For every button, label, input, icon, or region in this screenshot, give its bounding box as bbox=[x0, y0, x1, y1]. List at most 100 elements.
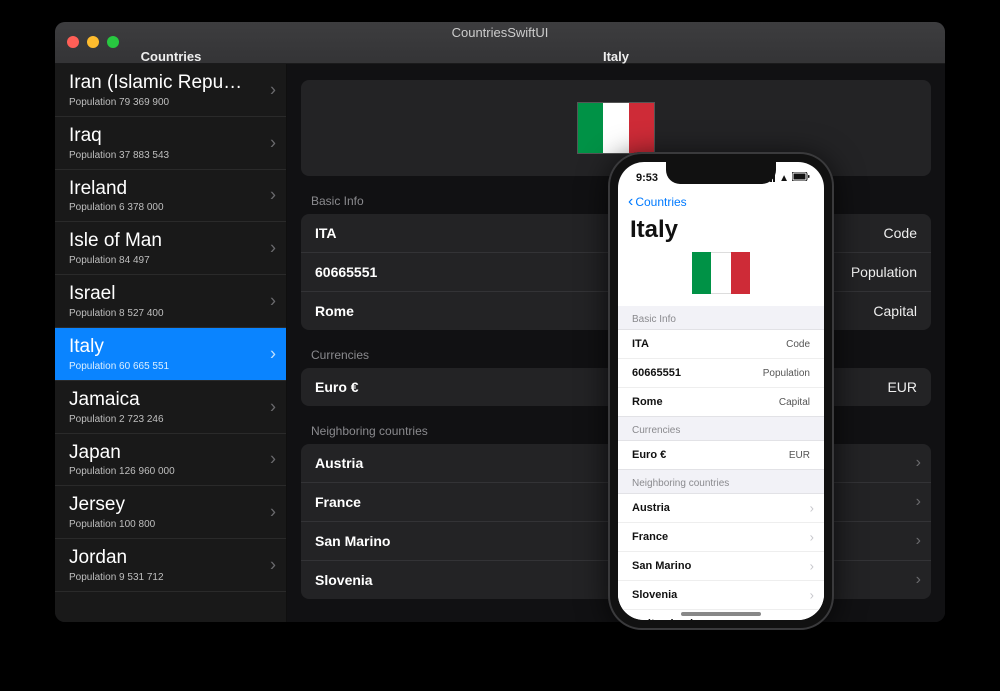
sidebar-header: Countries bbox=[55, 22, 287, 64]
chevron-right-icon: › bbox=[810, 501, 814, 516]
row-key: ITA bbox=[632, 338, 649, 350]
chevron-right-icon: › bbox=[270, 291, 276, 312]
row-key: San Marino bbox=[315, 533, 390, 549]
row-key: Slovenia bbox=[632, 589, 677, 601]
row-value: Capital bbox=[873, 303, 917, 319]
chevron-right-icon: › bbox=[270, 396, 276, 417]
sidebar-item-country[interactable]: Isle of Man Population 84 497› bbox=[55, 222, 286, 275]
sidebar-item-country[interactable]: JapanPopulation 126 960 000› bbox=[55, 434, 286, 487]
chevron-right-icon: › bbox=[916, 571, 921, 589]
chevron-right-icon: › bbox=[810, 559, 814, 574]
row-value: EUR bbox=[887, 379, 917, 395]
country-population: Population 126 960 000 bbox=[69, 466, 272, 477]
country-name: Italy bbox=[69, 336, 272, 359]
row-value: Code bbox=[786, 339, 810, 350]
chevron-right-icon: › bbox=[916, 532, 921, 550]
row-key: Austria bbox=[632, 502, 670, 514]
chevron-right-icon: › bbox=[270, 238, 276, 259]
chevron-right-icon: › bbox=[270, 502, 276, 523]
country-population: Population 37 883 543 bbox=[69, 150, 272, 161]
ios-label-currencies: Currencies bbox=[618, 417, 824, 440]
flag-icon bbox=[692, 252, 750, 294]
battery-icon bbox=[792, 172, 810, 184]
ios-label-neighbors: Neighboring countries bbox=[618, 470, 824, 493]
info-row: Rome Capital bbox=[618, 388, 824, 416]
country-name: Japan bbox=[69, 442, 272, 465]
chevron-right-icon: › bbox=[270, 343, 276, 364]
iphone-screen: 9:53 ▲ ‹ Countries Italy bbox=[618, 162, 824, 620]
titlebar: CountriesSwiftUI Countries Italy bbox=[55, 22, 945, 64]
wifi-icon: ▲ bbox=[779, 173, 789, 184]
country-population: Population 8 527 400 bbox=[69, 308, 272, 319]
flag-icon bbox=[577, 102, 655, 154]
back-button[interactable]: ‹ Countries bbox=[628, 194, 814, 210]
ios-section-basic: ITA Code 60665551 Population Rome Capital bbox=[618, 329, 824, 417]
sidebar-item-country[interactable]: IrelandPopulation 6 378 000› bbox=[55, 170, 286, 223]
chevron-right-icon: › bbox=[270, 79, 276, 100]
row-key: Slovenia bbox=[315, 572, 373, 588]
row-key: San Marino bbox=[632, 560, 691, 572]
chevron-left-icon: ‹ bbox=[628, 194, 633, 210]
row-key: Rome bbox=[632, 396, 663, 408]
home-indicator[interactable] bbox=[681, 612, 761, 616]
row-key: 60665551 bbox=[632, 367, 681, 379]
flag-block bbox=[301, 80, 931, 176]
info-row: ITA Code bbox=[618, 330, 824, 359]
sidebar-item-country[interactable]: Jordan Population 9 531 712› bbox=[55, 539, 286, 592]
iphone-device: 9:53 ▲ ‹ Countries Italy bbox=[608, 152, 834, 630]
row-value: Population bbox=[763, 368, 810, 379]
sidebar-item-country[interactable]: Israel Population 8 527 400› bbox=[55, 275, 286, 328]
row-key: Switzerland bbox=[632, 618, 693, 620]
chevron-right-icon: › bbox=[270, 555, 276, 576]
info-row: 60665551 Population bbox=[618, 359, 824, 388]
row-value: Capital bbox=[779, 397, 810, 408]
row-key: ITA bbox=[315, 225, 337, 241]
country-name: Jamaica bbox=[69, 389, 272, 412]
country-name: Iran (Islamic Repu… bbox=[69, 72, 272, 95]
country-population: Population 9 531 712 bbox=[69, 572, 272, 583]
notch bbox=[666, 162, 776, 184]
row-key: Austria bbox=[315, 455, 363, 471]
neighbor-row[interactable]: Slovenia › bbox=[618, 581, 824, 610]
country-name: Iraq bbox=[69, 125, 272, 148]
chevron-right-icon: › bbox=[916, 454, 921, 472]
chevron-right-icon: › bbox=[810, 530, 814, 545]
chevron-right-icon: › bbox=[270, 449, 276, 470]
country-population: Population 84 497 bbox=[69, 255, 272, 266]
back-label: Countries bbox=[635, 195, 686, 209]
row-key: France bbox=[632, 531, 668, 543]
country-name: Israel bbox=[69, 283, 272, 306]
row-key: France bbox=[315, 494, 361, 510]
country-name: Isle of Man bbox=[69, 230, 272, 253]
chevron-right-icon: › bbox=[810, 588, 814, 603]
neighbor-row[interactable]: San Marino › bbox=[618, 552, 824, 581]
row-key: 60665551 bbox=[315, 264, 377, 280]
row-value: Population bbox=[851, 264, 917, 280]
row-value: EUR bbox=[789, 450, 810, 461]
chevron-right-icon: › bbox=[270, 132, 276, 153]
country-population: Population 6 378 000 bbox=[69, 202, 272, 213]
page-title: Italy bbox=[618, 216, 824, 246]
sidebar-item-country[interactable]: Iran (Islamic Repu… Population 79 369 900… bbox=[55, 64, 286, 117]
country-population: Population 79 369 900 bbox=[69, 97, 272, 108]
country-name: Jersey bbox=[69, 494, 272, 517]
sidebar-item-country[interactable]: Italy Population 60 665 551› bbox=[55, 328, 286, 381]
sidebar: Iran (Islamic Repu… Population 79 369 900… bbox=[55, 64, 287, 622]
info-row: Euro €EUR bbox=[618, 441, 824, 469]
country-population: Population 60 665 551 bbox=[69, 361, 272, 372]
country-name: Ireland bbox=[69, 178, 272, 201]
country-name: Jordan bbox=[69, 547, 272, 570]
sidebar-item-country[interactable]: Iraq Population 37 883 543› bbox=[55, 117, 286, 170]
neighbor-row[interactable]: France › bbox=[618, 523, 824, 552]
country-population: Population 100 800 bbox=[69, 519, 272, 530]
ios-label-basic: Basic Info bbox=[618, 306, 824, 329]
country-population: Population 2 723 246 bbox=[69, 414, 272, 425]
ios-section-currencies: Euro €EUR bbox=[618, 440, 824, 470]
neighbor-row[interactable]: Austria › bbox=[618, 494, 824, 523]
sidebar-item-country[interactable]: Jersey Population 100 800› bbox=[55, 486, 286, 539]
chevron-right-icon: › bbox=[270, 185, 276, 206]
row-key: Euro € bbox=[315, 379, 359, 395]
row-key: Rome bbox=[315, 303, 354, 319]
chevron-right-icon: › bbox=[916, 493, 921, 511]
sidebar-item-country[interactable]: Jamaica Population 2 723 246› bbox=[55, 381, 286, 434]
